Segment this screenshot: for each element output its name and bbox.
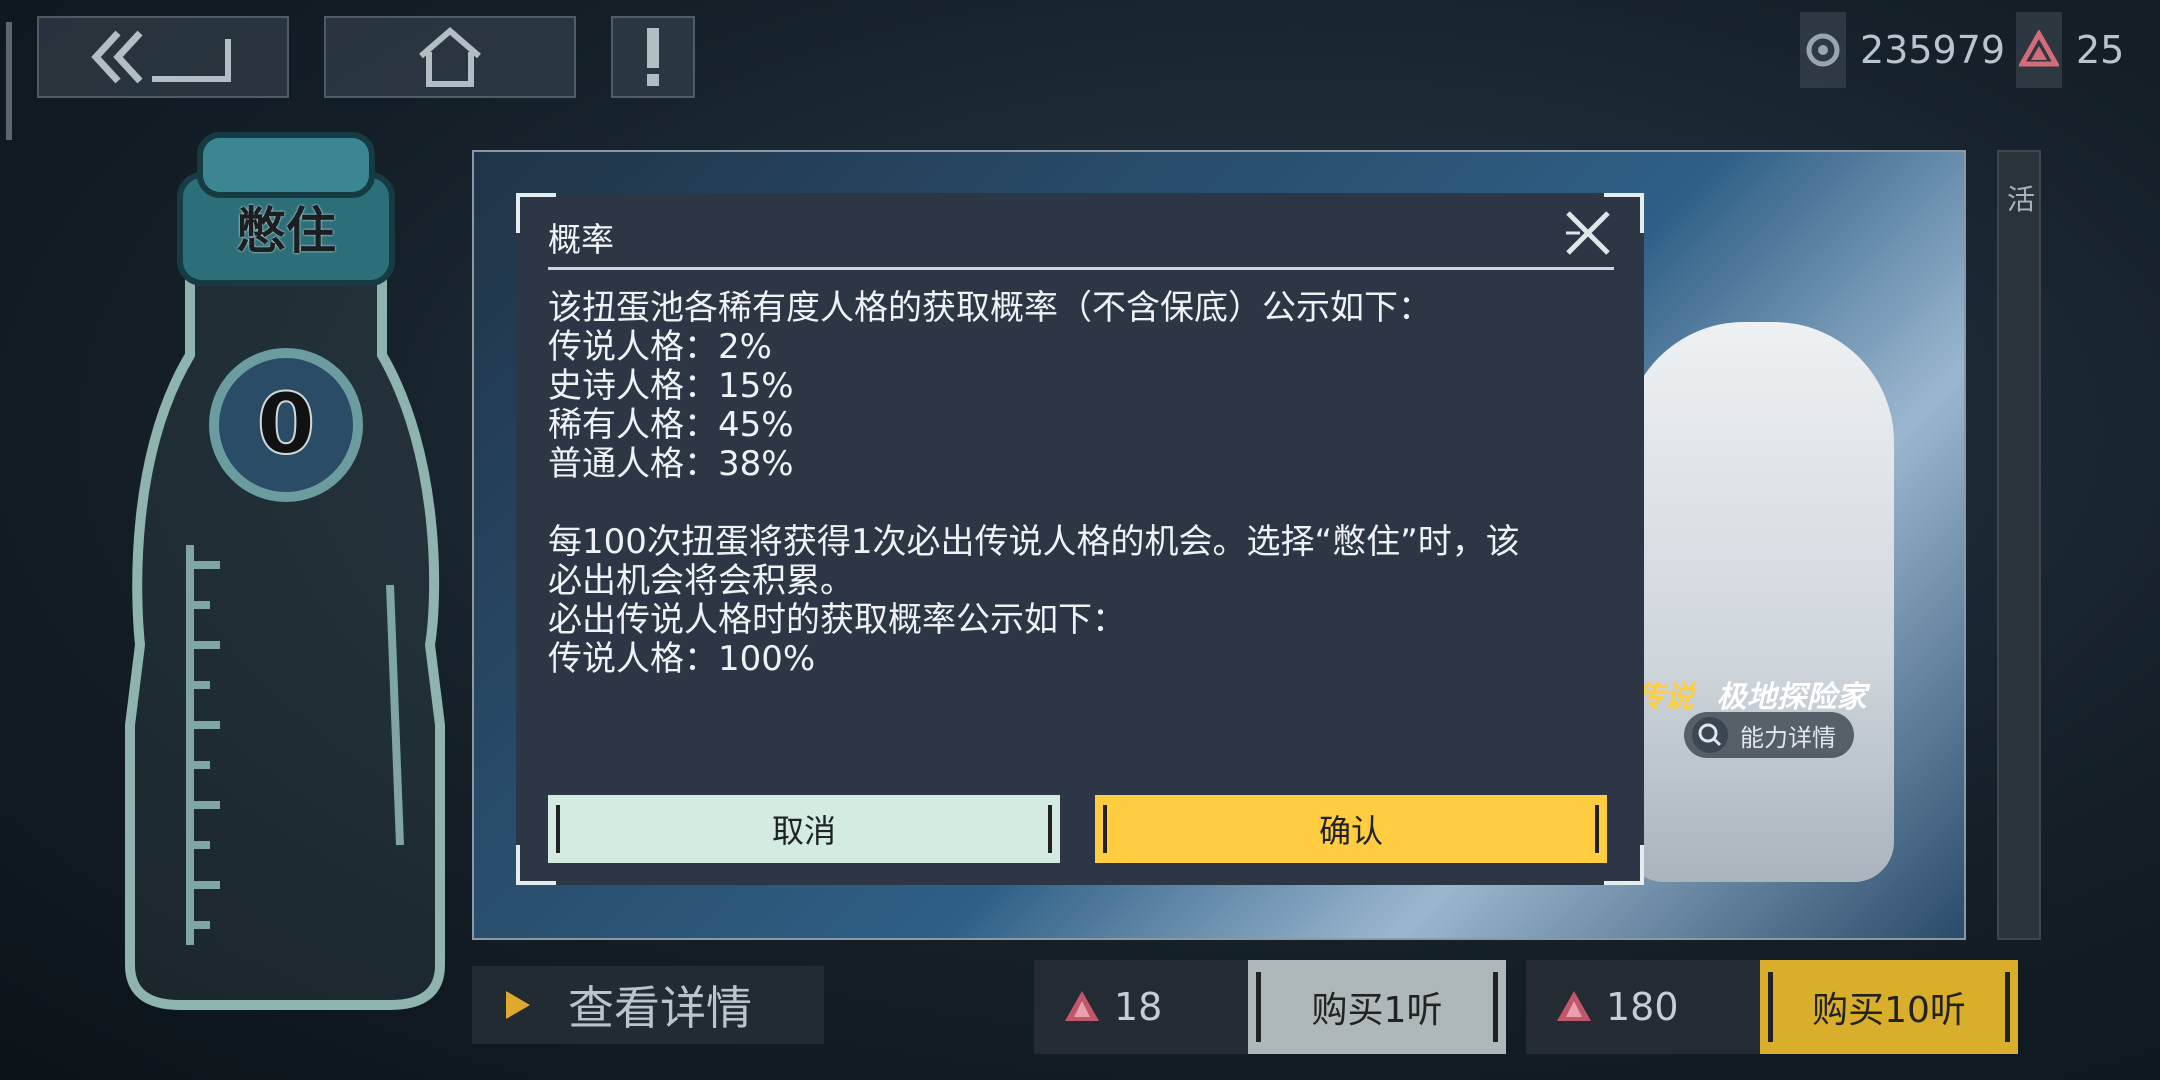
dialog-line <box>548 484 1628 523</box>
buy-one-cost: 18 <box>1034 960 1248 1054</box>
buy-ten-button[interactable]: 购买10听 <box>1760 960 2018 1054</box>
gem-icon <box>1065 991 1099 1021</box>
buy-one-group: 18 购买1听 <box>1034 960 1506 1054</box>
buy-ten-label: 购买10听 <box>1812 990 1966 1031</box>
character-title: 传说 极地探险家 <box>1634 672 1866 716</box>
character-name: 极地探险家 <box>1716 680 1867 715</box>
dialog-line: 每100次扭蛋将获得1次必出传说人格的机会。选择“憋住”时，该 <box>548 522 1520 562</box>
ability-detail-label: 能力详情 <box>1740 723 1836 752</box>
buy-ten-cost: 180 <box>1526 960 1760 1054</box>
ability-detail-button[interactable]: 能力详情 <box>1684 712 1854 758</box>
side-tab-text: 活 <box>2007 183 2036 216</box>
dialog-body: 该扭蛋池各稀有度人格的获取概率（不含保底）公示如下： 传说人格：2% 史诗人格：… <box>548 289 1628 679</box>
dialog-line: 稀有人格：45% <box>548 405 794 445</box>
side-scroll-indicator <box>6 22 12 140</box>
gem-icon <box>2016 12 2062 88</box>
exclamation-icon <box>647 28 659 86</box>
dialog-line: 普通人格：38% <box>548 444 794 484</box>
view-details-label: 查看详情 <box>568 981 752 1035</box>
dialog-line: 传说人格：2% <box>548 327 772 367</box>
dialog-line: 必出传说人格时的获取概率公示如下： <box>548 600 1126 640</box>
dialog-line: 必出机会将会积累。 <box>548 561 854 601</box>
bottle-label: 憋住 <box>236 202 336 260</box>
dialog-title: 概率 <box>548 220 614 259</box>
search-icon <box>1692 717 1728 753</box>
bottle-count: 0 <box>256 374 316 474</box>
back-button[interactable] <box>37 16 289 98</box>
hold-bottle[interactable]: 憋住 0 <box>120 125 450 1025</box>
character-art <box>1624 322 1894 882</box>
close-icon <box>1566 211 1610 255</box>
confirm-label: 确认 <box>1318 812 1383 850</box>
close-button[interactable] <box>1560 205 1616 261</box>
cancel-button[interactable]: 取消 <box>548 795 1060 863</box>
coin-counter: 235979 <box>1800 12 2005 88</box>
dialog-line: 传说人格：100% <box>548 639 816 679</box>
gem-amount: 25 <box>2076 28 2125 72</box>
play-arrow-icon <box>506 991 530 1019</box>
coin-amount: 235979 <box>1860 28 2006 72</box>
buy-ten-cost-value: 180 <box>1606 985 1679 1029</box>
coin-icon <box>1800 12 1846 88</box>
cancel-label: 取消 <box>771 812 836 850</box>
dialog-corner <box>1604 845 1644 885</box>
double-chevron-back-icon <box>91 30 231 84</box>
buy-one-label: 购买1听 <box>1311 990 1443 1031</box>
dialog-divider <box>548 267 1614 270</box>
view-details-button[interactable]: 查看详情 <box>472 966 824 1044</box>
dialog-line: 史诗人格：15% <box>548 366 794 406</box>
confirm-button[interactable]: 确认 <box>1095 795 1607 863</box>
home-button[interactable] <box>324 16 576 98</box>
buy-one-cost-value: 18 <box>1114 985 1163 1029</box>
notice-button[interactable] <box>611 16 695 98</box>
home-icon <box>419 27 481 87</box>
gem-counter: 25 <box>2016 12 2124 88</box>
gem-icon <box>1557 991 1591 1021</box>
probability-dialog: 概率 该扭蛋池各稀有度人格的获取概率（不含保底）公示如下： 传说人格：2% 史诗… <box>516 193 1644 885</box>
buy-one-button[interactable]: 购买1听 <box>1248 960 1506 1054</box>
buy-ten-group: 180 购买10听 <box>1526 960 2018 1054</box>
side-banner-card[interactable]: 活 <box>1997 150 2041 940</box>
dialog-line: 该扭蛋池各稀有度人格的获取概率（不含保底）公示如下： <box>548 288 1432 328</box>
